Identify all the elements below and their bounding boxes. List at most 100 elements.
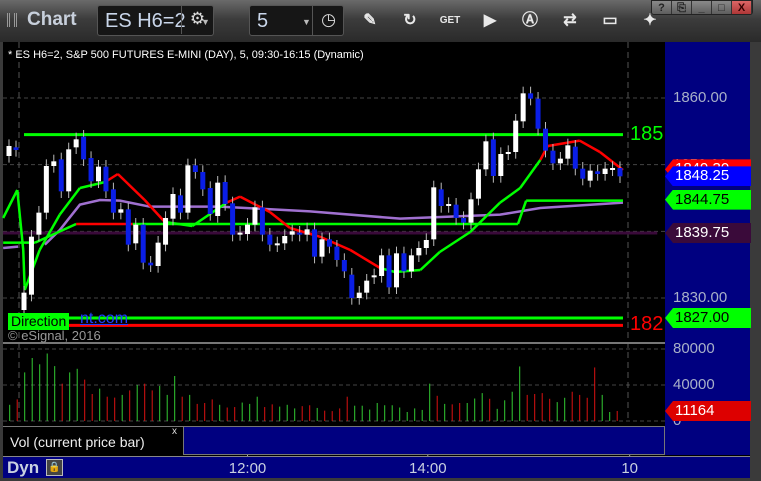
candle xyxy=(349,274,355,298)
candle xyxy=(237,232,243,235)
candle xyxy=(170,194,176,219)
candle xyxy=(505,152,511,154)
candle xyxy=(408,255,414,272)
price-tag: 1839.75 xyxy=(665,223,751,243)
fast-ma-segment xyxy=(419,251,441,271)
time-axis-label: 12:00 xyxy=(228,460,267,477)
candle xyxy=(312,229,318,257)
candle xyxy=(461,218,467,223)
study-panel xyxy=(183,426,665,455)
candle xyxy=(356,292,362,298)
price-tag: 1827.00 xyxy=(665,308,751,328)
price-tag: 1844.75 xyxy=(665,189,751,210)
candle xyxy=(230,203,236,235)
candle xyxy=(326,239,332,247)
candle xyxy=(28,236,34,295)
candle xyxy=(222,182,228,204)
time-axis-label: 14:00 xyxy=(409,460,447,477)
candle xyxy=(58,159,64,192)
candle xyxy=(587,170,593,181)
candle xyxy=(580,168,586,179)
candle xyxy=(66,149,72,192)
fast-ma-segment xyxy=(439,230,471,254)
candle xyxy=(543,128,548,151)
level-label-upper: 185 xyxy=(630,122,664,145)
price-axis-label: 1860.00 xyxy=(673,89,728,106)
candle xyxy=(36,212,42,235)
candle xyxy=(446,204,452,206)
candle xyxy=(192,165,198,172)
candle xyxy=(163,218,169,245)
candle xyxy=(51,161,57,166)
study-label: Vol (current price bar) xyxy=(3,426,183,455)
fast-ma-segment xyxy=(349,248,381,270)
time-axis[interactable]: Dyn 🔒 12:00 14:00 10 xyxy=(3,456,750,478)
candle xyxy=(379,255,385,276)
candle xyxy=(177,195,183,213)
candle xyxy=(483,141,489,170)
candle xyxy=(416,248,422,256)
time-mode[interactable]: Dyn xyxy=(7,458,39,478)
candle xyxy=(118,209,124,213)
candle xyxy=(438,189,444,206)
time-axis-label: 10 xyxy=(621,460,639,477)
direction-link[interactable]: nt.com xyxy=(80,310,128,328)
candle xyxy=(185,165,191,213)
fast-ma-segment xyxy=(226,195,241,204)
level-label-lower: 182 xyxy=(630,313,664,336)
candle xyxy=(557,158,563,164)
candle xyxy=(73,139,79,148)
candle xyxy=(81,136,87,160)
candle xyxy=(602,168,608,174)
candle xyxy=(401,253,407,272)
fast-ma-segment xyxy=(116,173,146,201)
copyright: © eSignal, 2016 xyxy=(8,328,101,343)
candle xyxy=(207,188,213,214)
candle xyxy=(304,229,310,235)
candle xyxy=(319,239,325,257)
candle xyxy=(595,171,601,174)
candle xyxy=(468,199,474,223)
fast-ma-segment xyxy=(79,180,106,190)
fast-ma-segment xyxy=(269,211,291,229)
volume-tag: 11164 xyxy=(665,401,751,421)
slow-ma-prev-line xyxy=(3,245,19,250)
candle xyxy=(341,260,347,272)
candle xyxy=(133,224,139,244)
candle xyxy=(88,158,94,182)
candle xyxy=(535,98,541,129)
close-study-icon[interactable]: x xyxy=(172,426,177,437)
candle xyxy=(565,145,571,159)
chart-plot[interactable] xyxy=(0,0,761,481)
chart-info-line: * ES H6=2, S&P 500 FUTURES E-MINI (DAY),… xyxy=(8,49,364,61)
price-tag: 1848.25 xyxy=(665,166,751,187)
candle xyxy=(297,232,303,235)
fast-ma-segment xyxy=(22,249,26,291)
candle xyxy=(520,93,526,122)
fast-ma-segment xyxy=(579,139,601,154)
candle xyxy=(215,182,221,216)
candle xyxy=(252,207,258,225)
lock-icon[interactable]: 🔒 xyxy=(46,459,63,476)
candle xyxy=(13,147,19,150)
candle xyxy=(245,224,250,234)
candle xyxy=(394,253,399,288)
candle xyxy=(513,120,519,152)
candle xyxy=(274,243,280,246)
candle xyxy=(259,207,265,235)
candle xyxy=(200,172,206,190)
fast-ma-segment xyxy=(58,187,81,216)
candle xyxy=(490,139,496,176)
price-axis-label: 1830.00 xyxy=(673,289,728,306)
candle xyxy=(423,240,429,248)
candle xyxy=(21,292,27,310)
volume-axis-label: 80000 xyxy=(673,340,715,357)
candle xyxy=(610,168,616,170)
candle xyxy=(103,166,109,192)
fast-ma-segment xyxy=(143,199,166,223)
candle xyxy=(125,209,131,245)
slow-ma-line xyxy=(43,198,624,246)
candle xyxy=(267,234,273,245)
candle xyxy=(528,93,534,99)
candle xyxy=(431,187,437,240)
